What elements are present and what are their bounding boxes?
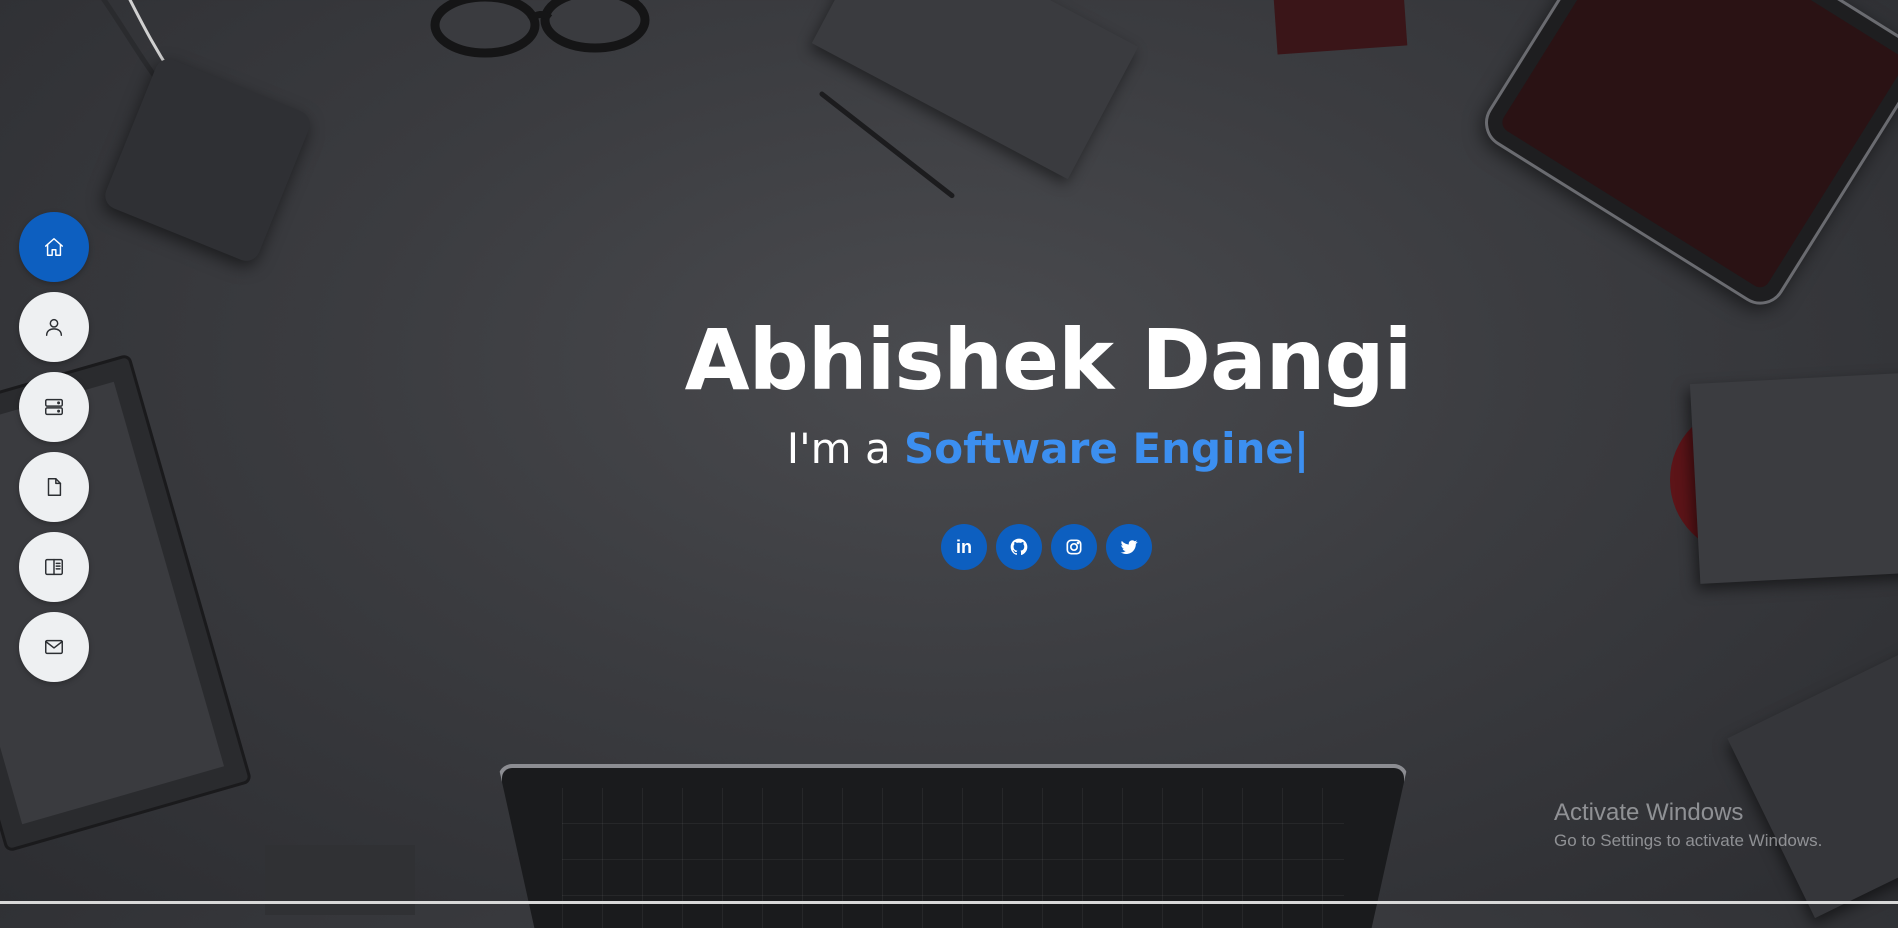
hero-section: Abhishek Dangi I'm a Software Engine| in… [0,0,1898,928]
nav-portfolio-button[interactable] [19,532,89,602]
tablet-decoration [1475,0,1898,315]
activate-windows-watermark: Activate Windows Go to Settings to activ… [1554,797,1822,853]
book-icon [45,558,63,576]
github-icon [1010,538,1028,556]
github-link[interactable] [996,524,1042,570]
watermark-title: Activate Windows [1554,799,1744,826]
twitter-icon [1120,540,1138,554]
social-links: in [941,524,1152,570]
box-decoration [265,845,415,915]
glasses-decoration [430,0,650,58]
tagline-role: Software Engine [904,424,1294,473]
red-box-decoration [1272,0,1408,55]
file-icon [47,478,62,496]
hero-name: Abhishek Dangi [684,311,1413,409]
book-decoration-bottom [1727,641,1898,919]
watermark-subtitle: Go to Settings to activate Windows. [1554,831,1823,850]
mail-icon [45,639,63,655]
tagline-prefix: I'm a [786,424,905,473]
typing-cursor: | [1293,424,1310,473]
nav-contact-button[interactable] [19,612,89,682]
home-icon [45,238,63,256]
linkedin-icon: in [956,536,972,557]
twitter-link[interactable] [1106,524,1152,570]
book-decoration [1689,372,1898,584]
instagram-icon [1066,539,1082,555]
hero-tagline: I'm a Software Engine| [0,428,1898,470]
instagram-link[interactable] [1051,524,1097,570]
notebook-decoration [811,0,1139,180]
nav-home-button[interactable] [19,212,89,282]
linkedin-link[interactable]: in [941,524,987,570]
